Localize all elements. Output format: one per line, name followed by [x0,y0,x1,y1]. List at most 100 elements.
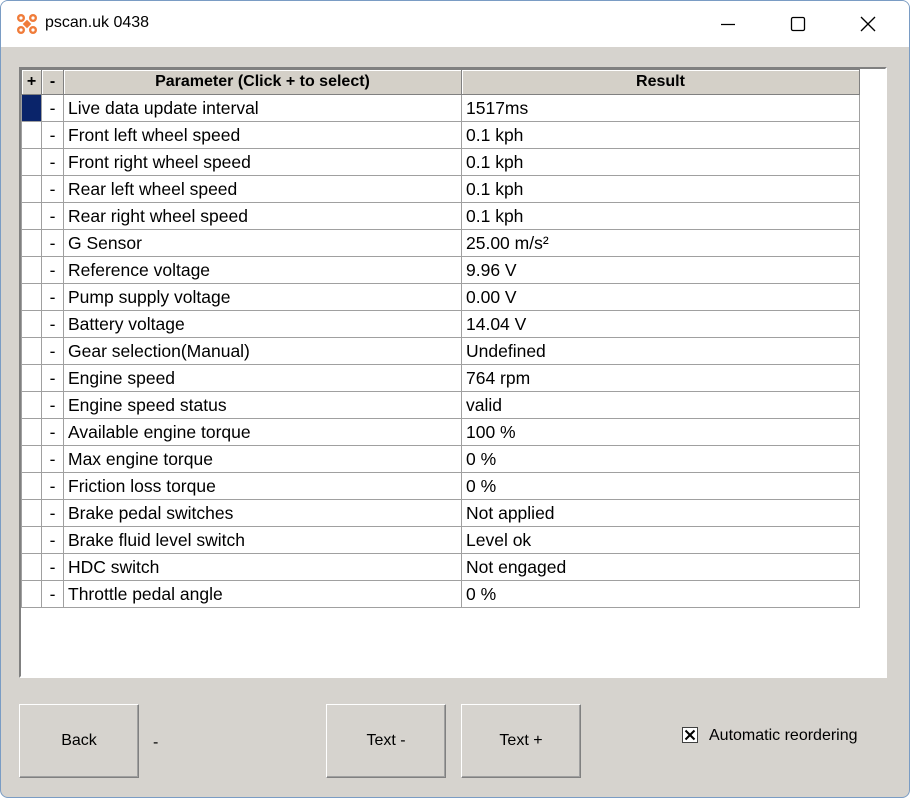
table-row[interactable]: - Reference voltage 9.96 V [21,256,860,284]
close-button[interactable] [833,1,903,47]
parameter-cell[interactable]: G Sensor [63,229,462,257]
table-row[interactable]: - Available engine torque 100 % [21,418,860,446]
row-remove-cell[interactable]: - [41,580,64,608]
table-row[interactable]: - Pump supply voltage 0.00 V [21,283,860,311]
parameter-cell[interactable]: Rear left wheel speed [63,175,462,203]
row-select-cell[interactable] [21,175,42,203]
row-remove-cell[interactable]: - [41,94,64,122]
table-row[interactable]: - Engine speed 764 rpm [21,364,860,392]
row-remove-cell[interactable]: - [41,391,64,419]
row-select-cell[interactable] [21,472,42,500]
row-remove-cell[interactable]: - [41,121,64,149]
parameter-cell[interactable]: Brake pedal switches [63,499,462,527]
row-select-cell[interactable] [21,148,42,176]
table-row[interactable]: -G Sensor 25.00 m/s² [21,229,860,257]
row-remove-cell[interactable]: - [41,229,64,257]
automatic-reordering-checkbox[interactable] [682,727,698,743]
parameter-cell[interactable]: HDC switch [63,553,462,581]
parameter-cell[interactable]: Available engine torque [63,418,462,446]
result-cell: Not engaged [461,553,860,581]
parameter-cell[interactable]: Friction loss torque [63,472,462,500]
result-cell: 14.04 V [461,310,860,338]
parameter-cell[interactable]: Front left wheel speed [63,121,462,149]
text-minus-button[interactable]: Text - [326,704,446,778]
column-header-minus[interactable]: - [41,69,64,95]
table-row[interactable]: - Front right wheel speed 0.1 kph [21,148,860,176]
table-row[interactable]: - Rear right wheel speed 0.1 kph [21,202,860,230]
row-select-cell[interactable] [21,364,42,392]
table-row[interactable]: - Battery voltage 14.04 V [21,310,860,338]
row-select-cell[interactable] [21,202,42,230]
table-row[interactable]: - Friction loss torque 0 % [21,472,860,500]
parameter-cell[interactable]: Rear right wheel speed [63,202,462,230]
table-row[interactable]: - Brake pedal switches Not applied [21,499,860,527]
row-remove-cell[interactable]: - [41,499,64,527]
automatic-reordering-label[interactable]: Automatic reordering [709,727,858,745]
row-select-cell[interactable] [21,580,42,608]
maximize-button[interactable] [763,1,833,47]
row-select-cell[interactable] [21,445,42,473]
table-row[interactable]: - Rear left wheel speed 0.1 kph [21,175,860,203]
row-select-cell[interactable] [21,526,42,554]
parameter-grid-panel[interactable]: + - Parameter (Click + to select) Result… [19,67,887,678]
parameter-cell[interactable]: Pump supply voltage [63,283,462,311]
title-bar[interactable]: pscan.uk 0438 [1,1,909,47]
app-logo-icon [16,13,38,35]
row-select-cell[interactable] [21,283,42,311]
row-remove-cell[interactable]: - [41,526,64,554]
app-window: pscan.uk 0438 + - Parameter (Click + to … [0,0,910,798]
result-cell: 9.96 V [461,256,860,284]
row-select-cell[interactable] [21,391,42,419]
parameter-cell[interactable]: Front right wheel speed [63,148,462,176]
table-header-row: + - Parameter (Click + to select) Result [21,69,860,95]
result-cell: 0.1 kph [461,148,860,176]
row-remove-cell[interactable]: - [41,472,64,500]
table-row[interactable]: - Live data update interval 1517ms [21,94,860,122]
row-remove-cell[interactable]: - [41,175,64,203]
table-row[interactable]: - Throttle pedal angle 0 % [21,580,860,608]
status-label: - [153,734,159,751]
row-remove-cell[interactable]: - [41,283,64,311]
table-row[interactable]: - Engine speed status valid [21,391,860,419]
text-plus-button[interactable]: Text + [461,704,581,778]
row-remove-cell[interactable]: - [41,445,64,473]
parameter-cell[interactable]: Engine speed status [63,391,462,419]
row-remove-cell[interactable]: - [41,337,64,365]
row-select-cell[interactable] [21,94,42,122]
row-remove-cell[interactable]: - [41,553,64,581]
column-header-result[interactable]: Result [461,69,860,95]
table-row[interactable]: - Max engine torque 0 % [21,445,860,473]
row-remove-cell[interactable]: - [41,418,64,446]
row-remove-cell[interactable]: - [41,364,64,392]
row-select-cell[interactable] [21,121,42,149]
row-remove-cell[interactable]: - [41,202,64,230]
table-body: - Live data update interval 1517ms - Front l… [21,94,860,608]
parameter-cell[interactable]: Engine speed [63,364,462,392]
parameter-cell[interactable]: Brake fluid level switch [63,526,462,554]
row-remove-cell[interactable]: - [41,310,64,338]
row-remove-cell[interactable]: - [41,256,64,284]
result-cell: 0 % [461,445,860,473]
table-row[interactable]: - Brake fluid level switch Level ok [21,526,860,554]
minimize-button[interactable] [693,1,763,47]
table-row[interactable]: - Gear selection(Manual) Undefined [21,337,860,365]
row-select-cell[interactable] [21,229,42,257]
row-select-cell[interactable] [21,256,42,284]
parameter-cell[interactable]: Gear selection(Manual) [63,337,462,365]
row-select-cell[interactable] [21,553,42,581]
parameter-cell[interactable]: Max engine torque [63,445,462,473]
parameter-cell[interactable]: Live data update interval [63,94,462,122]
parameter-cell[interactable]: Battery voltage [63,310,462,338]
parameter-cell[interactable]: Throttle pedal angle [63,580,462,608]
row-select-cell[interactable] [21,310,42,338]
row-remove-cell[interactable]: - [41,148,64,176]
column-header-parameter[interactable]: Parameter (Click + to select) [63,69,462,95]
row-select-cell[interactable] [21,499,42,527]
parameter-cell[interactable]: Reference voltage [63,256,462,284]
table-row[interactable]: - HDC switch Not engaged [21,553,860,581]
back-button[interactable]: Back [19,704,139,778]
row-select-cell[interactable] [21,418,42,446]
table-row[interactable]: - Front left wheel speed 0.1 kph [21,121,860,149]
column-header-plus[interactable]: + [21,69,42,95]
row-select-cell[interactable] [21,337,42,365]
